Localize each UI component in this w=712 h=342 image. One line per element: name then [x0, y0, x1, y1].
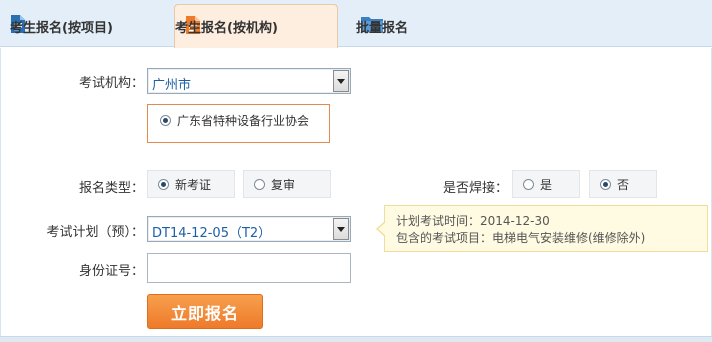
- weld-option-label: 否: [617, 177, 630, 192]
- plan-label: 考试计划（预）：: [46, 225, 144, 240]
- bottom-border: [0, 336, 712, 342]
- tab-batch-enroll[interactable]: 批量报名: [356, 5, 516, 47]
- plan-select-value: DT14-12-05（T2）: [152, 226, 272, 241]
- radio-icon[interactable]: [600, 178, 611, 190]
- tab-label: 批量报名: [356, 20, 409, 36]
- tab-enroll-by-org[interactable]: 考生报名(按机构): [174, 4, 338, 48]
- submit-enroll-button[interactable]: 立即报名: [147, 294, 263, 329]
- org-option[interactable]: 广东省特种设备行业协会: [160, 112, 309, 129]
- tab-label: 考生报名(按机构): [175, 21, 278, 36]
- org-option-label: 广东省特种设备行业协会: [177, 114, 310, 128]
- tab-label: 考生报名(按项目): [10, 20, 113, 36]
- type-option-label: 新考证: [175, 177, 212, 192]
- radio-icon[interactable]: [254, 178, 265, 190]
- radio-icon[interactable]: [160, 115, 171, 126]
- org-select[interactable]: 广州市: [147, 68, 351, 94]
- tab-enroll-by-project[interactable]: 考生报名(按项目): [10, 5, 170, 47]
- tooltip-exam-items: 包含的考试项目：电梯电气安装维修(维修除外): [396, 231, 646, 245]
- type-label: 报名类型：: [78, 181, 144, 196]
- plan-tooltip: 计划考试时间：2014-12-30 包含的考试项目：电梯电气安装维修(维修除外): [376, 205, 708, 252]
- tab-bar: 考生报名(按项目) 考生报名(按机构) 批量报名: [0, 0, 712, 48]
- weld-option-yes[interactable]: 是: [512, 170, 580, 198]
- plan-select[interactable]: DT14-12-05（T2）: [147, 216, 351, 242]
- org-label: 考试机构：: [78, 76, 144, 91]
- type-option-review[interactable]: 复审: [243, 170, 331, 198]
- weld-label: 是否焊接：: [442, 181, 508, 196]
- weld-option-no[interactable]: 否: [589, 170, 657, 198]
- org-options-box: 广东省特种设备行业协会: [147, 104, 330, 143]
- tooltip-exam-time: 计划考试时间：2014-12-30: [396, 214, 550, 228]
- id-number-input[interactable]: [147, 253, 351, 283]
- weld-option-label: 是: [540, 177, 553, 192]
- id-label: 身份证号：: [78, 264, 144, 279]
- type-option-new[interactable]: 新考证: [147, 170, 235, 198]
- radio-icon[interactable]: [158, 178, 169, 190]
- tooltip-arrow-inner: [378, 222, 386, 236]
- chevron-down-icon[interactable]: [333, 70, 349, 92]
- org-select-value: 广州市: [152, 78, 192, 93]
- chevron-down-icon[interactable]: [333, 218, 349, 240]
- radio-icon[interactable]: [523, 178, 534, 190]
- type-option-label: 复审: [271, 177, 296, 192]
